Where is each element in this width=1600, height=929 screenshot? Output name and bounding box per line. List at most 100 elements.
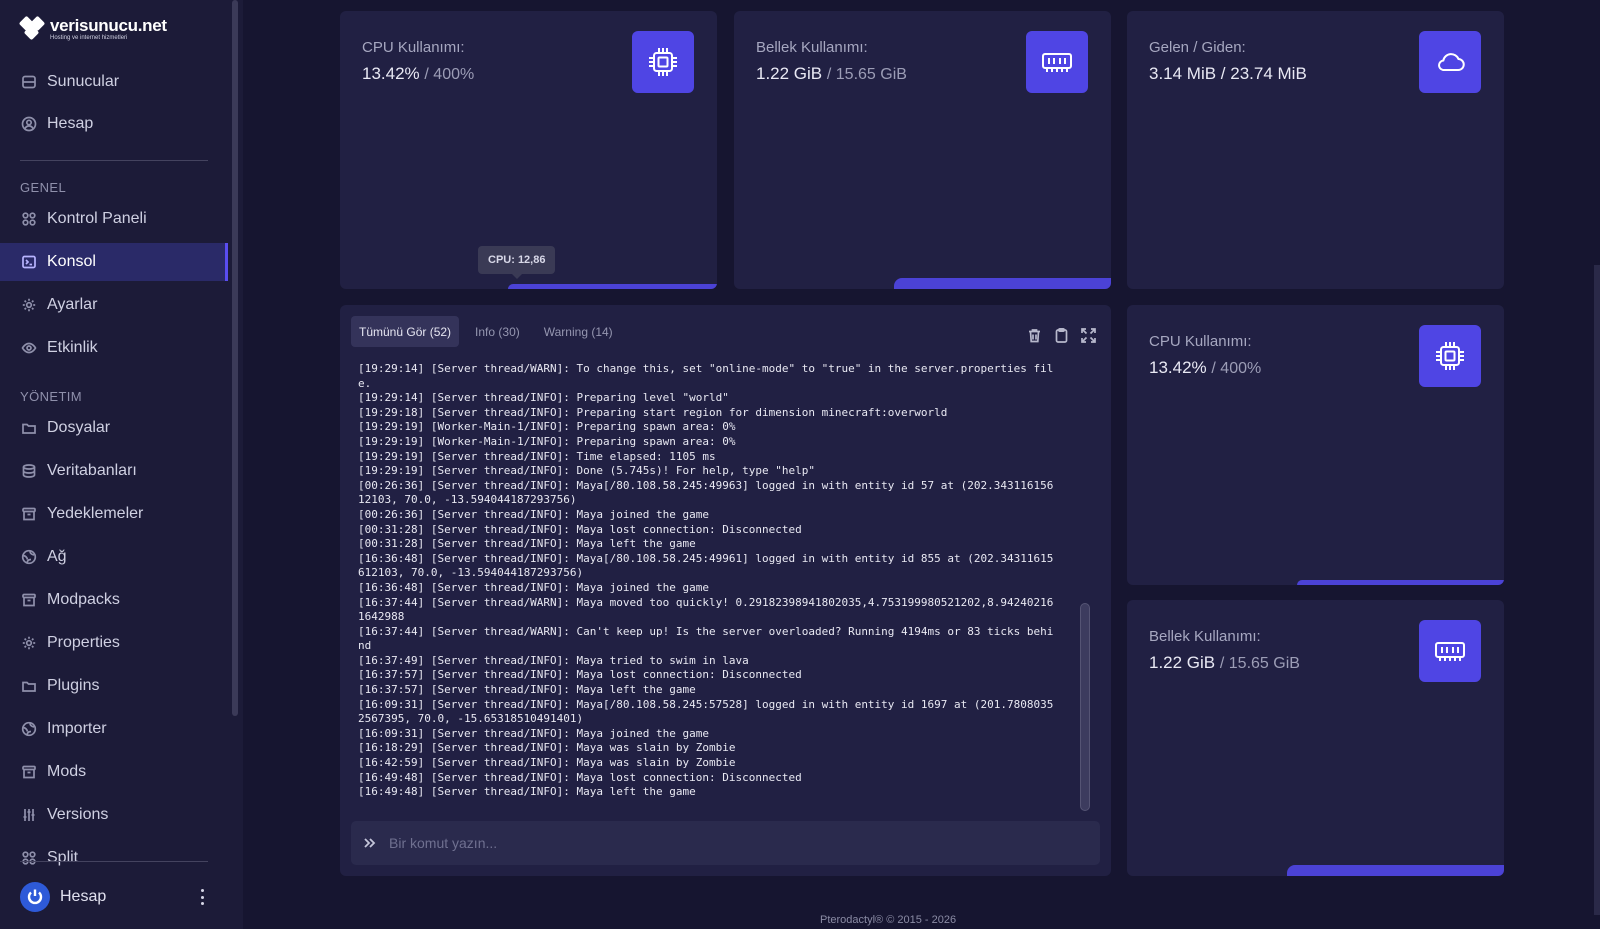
memory-usage-value: 1.22 GiB / 15.65 GiB xyxy=(1149,653,1300,672)
console-line: [19:29:19] [Server thread/INFO]: Done (5… xyxy=(358,464,815,478)
section-title-management: YÖNETIM xyxy=(20,389,83,404)
sidebar-item-importer[interactable]: Importer xyxy=(0,710,228,748)
tab-info[interactable]: Info (30) xyxy=(467,316,528,347)
console-line: [16:49:48] [Server thread/INFO]: Maya lo… xyxy=(358,770,802,784)
console-scrollbar[interactable] xyxy=(1080,603,1090,811)
sidebar-item-yedeklemeler[interactable]: Yedeklemeler xyxy=(0,495,228,533)
sidebar-item-properties[interactable]: Properties xyxy=(0,624,228,662)
sidebar-item-label: Sunucular xyxy=(47,73,120,90)
sidebar-item-etkinlik[interactable]: Etkinlik xyxy=(0,329,228,367)
console-line: [19:29:14] [Server thread/INFO]: Prepari… xyxy=(358,391,729,405)
sidebar-item-modpacks[interactable]: Modpacks xyxy=(0,581,228,619)
sidebar-item-sunucular[interactable]: Sunucular xyxy=(0,63,228,101)
sidebar-item-label: Kontrol Paneli xyxy=(47,210,147,227)
user-circle-icon xyxy=(20,115,38,133)
sidebar-item-veritabanlari[interactable]: Veritabanları xyxy=(0,452,228,490)
memory-usage-label: Bellek Kullanımı: xyxy=(756,39,868,56)
network-usage-value: 3.14 MiB / 23.74 MiB xyxy=(1149,64,1307,83)
console-line: 612103, 70.0, -13.594044187293756) xyxy=(358,566,584,580)
console-line: 2567395, 70.0, -15.65318510491401) xyxy=(358,712,584,726)
memory-icon xyxy=(1026,31,1088,93)
sidebar-divider xyxy=(20,861,208,862)
gear-icon xyxy=(20,296,38,314)
server-icon xyxy=(20,73,38,91)
brand-tagline: Hosting ve internet hizmetleri xyxy=(50,35,128,41)
globe-icon xyxy=(20,720,38,738)
console-line: [16:36:48] [Server thread/INFO]: Maya[/8… xyxy=(358,551,1054,565)
sidebar-item-mods[interactable]: Mods xyxy=(0,753,228,791)
sidebar-item-label: Veritabanları xyxy=(47,462,137,479)
console-line: [16:18:29] [Server thread/INFO]: Maya wa… xyxy=(358,741,736,755)
memory-usage-graph xyxy=(1287,865,1504,876)
console-line: [16:09:31] [Server thread/INFO]: Maya[/8… xyxy=(358,697,1054,711)
cloud-icon xyxy=(1419,31,1481,93)
console-filter-tabs: Tümünü Gör (52) Info (30) Warning (14) xyxy=(351,316,621,347)
brand-logo[interactable]: verisunucu.net Hosting ve internet hizme… xyxy=(18,14,167,44)
memory-usage-card: Bellek Kullanımı: 1.22 GiB / 15.65 GiB xyxy=(734,11,1111,289)
sidebar-item-dosyalar[interactable]: Dosyalar xyxy=(0,409,228,447)
trash-icon[interactable] xyxy=(1026,327,1043,344)
cpu-usage-label: CPU Kullanımı: xyxy=(1149,333,1252,350)
console-log[interactable]: [19:29:14] [Server thread/WARN]: To chan… xyxy=(358,362,1073,802)
console-line: [19:29:19] [Worker-Main-1/INFO]: Prepari… xyxy=(358,420,736,434)
cpu-usage-limit: / 400% xyxy=(1211,360,1262,377)
sidebar-item-label: Properties xyxy=(47,634,120,651)
console-line: [16:37:57] [Server thread/INFO]: Maya lo… xyxy=(358,668,802,682)
clipboard-icon[interactable] xyxy=(1053,327,1070,344)
console-line: [16:37:49] [Server thread/INFO]: Maya tr… xyxy=(358,653,749,667)
network-usage-label: Gelen / Giden: xyxy=(1149,39,1246,56)
console-line: [00:26:36] [Server thread/INFO]: Maya jo… xyxy=(358,507,709,521)
sidebar-item-label: Konsol xyxy=(47,253,96,270)
console-toolbar xyxy=(1026,327,1097,344)
tab-warning[interactable]: Warning (14) xyxy=(536,316,621,347)
sidebar-user[interactable]: Hesap xyxy=(20,880,210,914)
tab-all[interactable]: Tümünü Gör (52) xyxy=(351,316,460,347)
archive-icon xyxy=(20,763,38,781)
sidebar-item-split[interactable]: Split xyxy=(0,839,228,877)
page-scrollbar[interactable] xyxy=(1594,265,1600,915)
sidebar-divider xyxy=(20,160,208,161)
more-options-icon[interactable] xyxy=(194,887,210,907)
brand-name: verisunucu.net xyxy=(50,16,167,35)
sidebar-item-plugins[interactable]: Plugins xyxy=(0,667,228,705)
archive-icon xyxy=(20,591,38,609)
chevrons-right-icon xyxy=(364,838,376,848)
console-line: 12103, 70.0, -13.594044187293756) xyxy=(358,493,577,507)
fullscreen-icon[interactable] xyxy=(1080,327,1097,344)
console-line: [16:49:48] [Server thread/INFO]: Maya le… xyxy=(358,785,696,799)
sidebar-item-label: Modpacks xyxy=(47,591,120,608)
memory-usage-value: 1.22 GiB / 15.65 GiB xyxy=(756,64,907,83)
cpu-usage-graph xyxy=(508,284,717,289)
memory-usage-graph xyxy=(894,278,1111,289)
database-icon xyxy=(20,462,38,480)
console-line: e. xyxy=(358,376,372,390)
sidebar-item-label: Split xyxy=(47,849,79,866)
sidebar-item-kontrol-paneli[interactable]: Kontrol Paneli xyxy=(0,200,228,238)
cpu-icon xyxy=(632,31,694,93)
sidebar-scrollbar[interactable] xyxy=(232,0,238,716)
sidebar-item-label: Importer xyxy=(47,720,107,737)
sidebar-item-ag[interactable]: Ağ xyxy=(0,538,228,576)
section-title-general: GENEL xyxy=(20,180,67,195)
cpu-chart-tooltip: CPU: 12,86 xyxy=(478,246,556,279)
console-line: [00:26:36] [Server thread/INFO]: Maya[/8… xyxy=(358,478,1054,492)
console-line: [00:31:28] [Server thread/INFO]: Maya le… xyxy=(358,537,696,551)
gear-icon xyxy=(20,634,38,652)
cpu-icon xyxy=(1419,325,1481,387)
sidebar-item-ayarlar[interactable]: Ayarlar xyxy=(0,286,228,324)
console-line: [19:29:18] [Server thread/INFO]: Prepari… xyxy=(358,405,948,419)
sidebar-item-hesap[interactable]: Hesap xyxy=(0,105,228,143)
command-input[interactable] xyxy=(389,835,1049,851)
console-line: [16:42:59] [Server thread/INFO]: Maya wa… xyxy=(358,756,736,770)
sidebar-item-label: Ağ xyxy=(47,548,67,565)
sidebar-item-konsol[interactable]: Konsol xyxy=(0,243,228,281)
console-line: [16:37:44] [Server thread/WARN]: Maya mo… xyxy=(358,595,1054,609)
console-line: [16:37:57] [Server thread/INFO]: Maya le… xyxy=(358,683,696,697)
cpu-usage-card-side: CPU Kullanımı: 13.42% / 400% xyxy=(1127,305,1504,585)
console-line: [19:29:19] [Server thread/INFO]: Time el… xyxy=(358,449,716,463)
memory-usage-label: Bellek Kullanımı: xyxy=(1149,628,1261,645)
network-usage-card: Gelen / Giden: 3.14 MiB / 23.74 MiB xyxy=(1127,11,1504,289)
sidebar-item-label: Hesap xyxy=(47,115,94,132)
sidebar-user-label: Hesap xyxy=(60,888,107,905)
sidebar-item-versions[interactable]: Versions xyxy=(0,796,228,834)
